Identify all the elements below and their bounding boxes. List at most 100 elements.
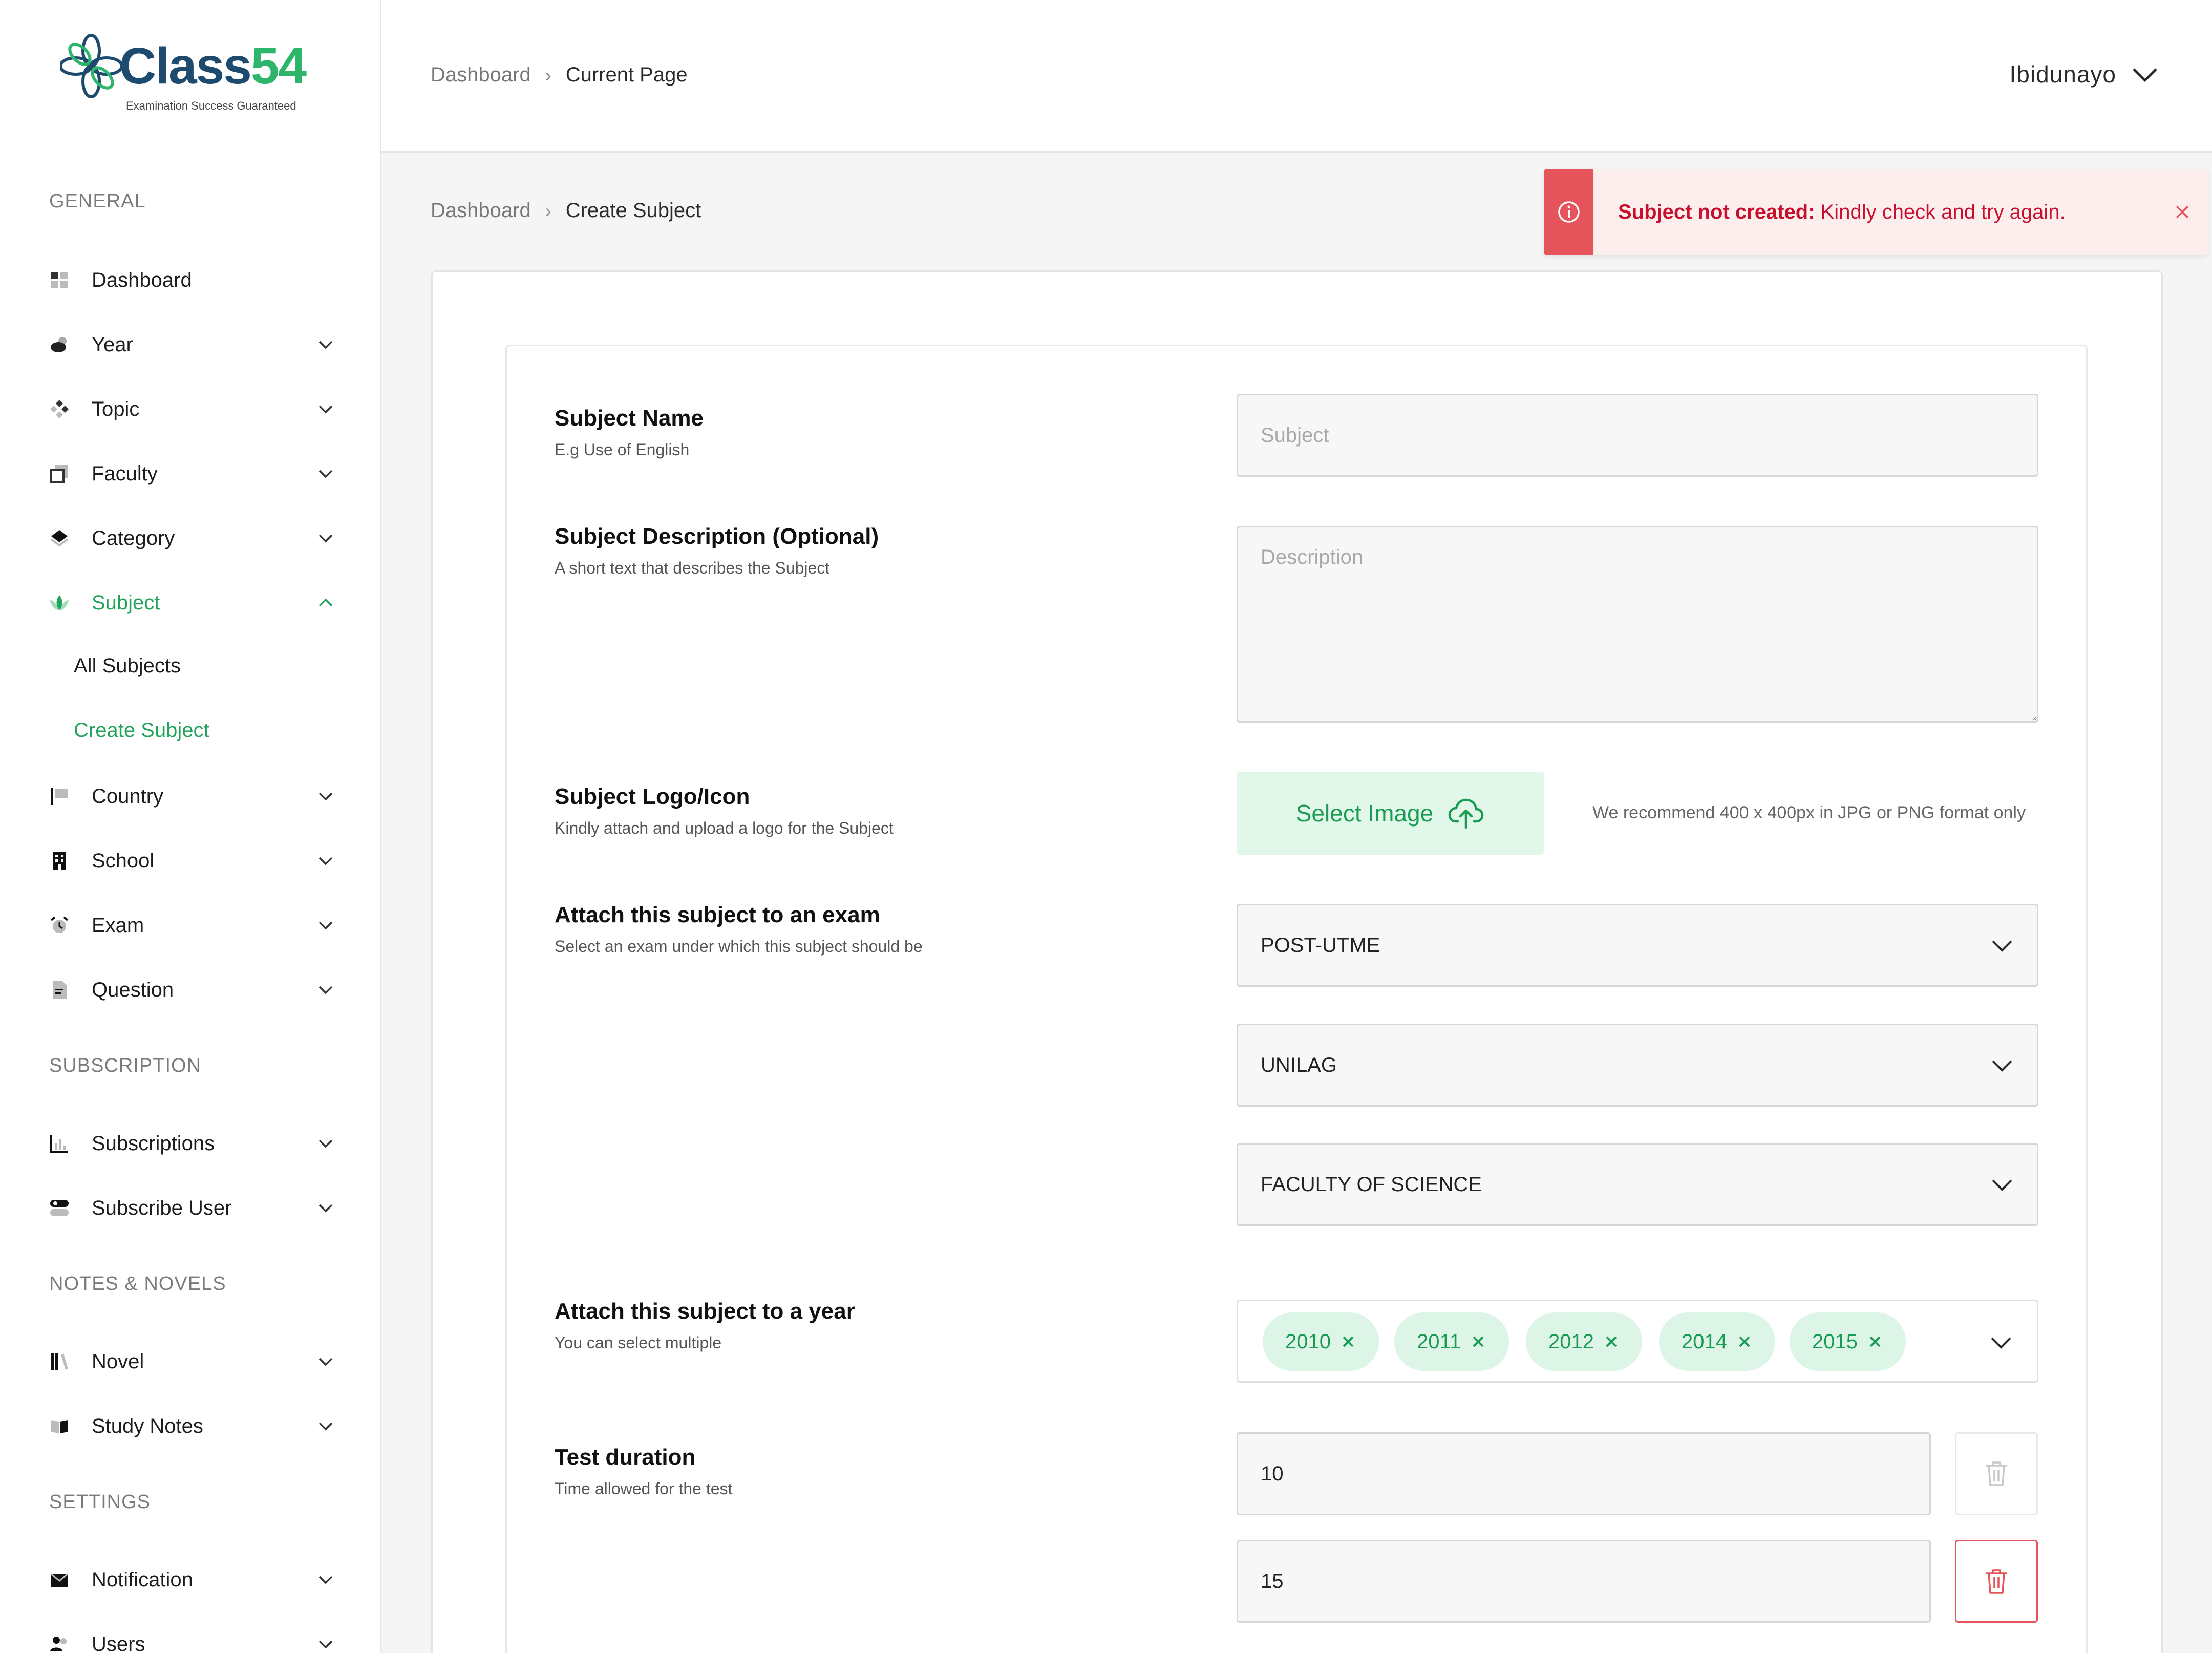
sidebar-item-novel[interactable]: Novel — [49, 1341, 336, 1382]
year-tag-label: 2015 — [1812, 1330, 1858, 1353]
chevron-down-icon — [318, 1576, 333, 1584]
attach-exam-title: Attach this subject to an exam — [555, 902, 880, 927]
breadcrumb-dashboard-link[interactable]: Dashboard — [431, 199, 531, 222]
cloud-upload-icon — [1448, 798, 1484, 829]
page-breadcrumb: Dashboard › Create Subject — [431, 199, 701, 222]
year-tag-label: 2011 — [1417, 1330, 1461, 1353]
sidebar-item-label: Study Notes — [92, 1414, 203, 1437]
year-tag[interactable]: 2014 — [1659, 1312, 1775, 1371]
year-tag[interactable]: 2012 — [1526, 1312, 1642, 1371]
test-duration-input[interactable] — [1237, 1540, 1931, 1623]
close-icon[interactable] — [1603, 1333, 1620, 1350]
sidebar-item-exam[interactable]: Exam — [49, 905, 336, 946]
flag-icon — [49, 786, 70, 807]
chevron-down-icon — [318, 341, 333, 349]
image-recommendation-text: We recommend 400 x 400px in JPG or PNG f… — [1592, 803, 2026, 822]
close-icon[interactable] — [1736, 1333, 1753, 1350]
chevron-down-icon — [1992, 940, 2012, 952]
sidebar-item-subscribe-user[interactable]: Subscribe User — [49, 1188, 336, 1228]
user-menu[interactable]: Ibidunayo — [2010, 60, 2159, 88]
sidebar-item-category[interactable]: Category — [49, 518, 336, 559]
chevron-down-icon — [318, 921, 333, 930]
select-image-label: Select Image — [1295, 800, 1434, 826]
chevron-down-icon — [1992, 1179, 2012, 1191]
sidebar-item-question[interactable]: Question — [49, 969, 336, 1010]
sidebar-item-label: Country — [92, 785, 164, 808]
chevron-down-icon — [318, 1204, 333, 1213]
subject-logo-title: Subject Logo/Icon — [555, 784, 750, 809]
brand-name: Class54 — [119, 37, 307, 95]
close-icon[interactable] — [1340, 1333, 1356, 1350]
sidebar-item-label: Question — [92, 978, 174, 1001]
close-icon[interactable] — [1470, 1333, 1486, 1350]
error-toast: Subject not created: Kindly check and tr… — [1544, 169, 2208, 255]
sidebar-item-label: School — [92, 849, 155, 872]
chevron-down-icon — [318, 986, 333, 994]
sidebar-item-topic[interactable]: Topic — [49, 389, 336, 430]
sidebar-item-notification[interactable]: Notification — [49, 1559, 336, 1600]
chevron-right-icon: › — [545, 64, 551, 86]
section-notes-novels: NOTES & NOVELS — [49, 1273, 226, 1295]
subject-name-title: Subject Name — [555, 406, 704, 431]
sidebar-subitem-all-subjects[interactable]: All Subjects — [74, 654, 181, 677]
sidebar-item-study-notes[interactable]: Study Notes — [49, 1406, 336, 1447]
delete-duration-button[interactable] — [1955, 1432, 2038, 1515]
section-general: GENERAL — [49, 190, 146, 212]
toast-title: Subject not created: — [1618, 200, 1815, 223]
select-image-button[interactable]: Select Image — [1237, 772, 1544, 855]
chevron-down-icon — [318, 857, 333, 865]
sidebar-item-label: Subject — [92, 591, 160, 614]
info-icon — [1558, 201, 1580, 223]
breadcrumb: Dashboard › Current Page — [431, 63, 688, 87]
sidebar-item-country[interactable]: Country — [49, 776, 336, 817]
chevron-down-icon — [318, 405, 333, 414]
sidebar-item-users[interactable]: Users — [49, 1624, 336, 1653]
attach-year-hint: You can select multiple — [555, 1333, 722, 1352]
sidebar: Class54 Examination Success Guaranteed G… — [0, 0, 381, 1653]
sidebar-item-school[interactable]: School — [49, 840, 336, 881]
chevron-down-icon — [318, 792, 333, 801]
brand-logo[interactable]: Class54 Examination Success Guaranteed — [60, 33, 307, 120]
breadcrumb-dashboard-link[interactable]: Dashboard — [431, 63, 531, 87]
flower-logo-icon — [60, 34, 122, 98]
chevron-down-icon[interactable] — [1989, 1332, 2013, 1352]
chevron-down-icon — [318, 1422, 333, 1431]
leaf-icon — [49, 592, 70, 613]
chevron-down-icon — [318, 1139, 333, 1148]
chevron-up-icon — [318, 598, 333, 607]
close-icon[interactable] — [1867, 1333, 1883, 1350]
sidebar-item-dashboard[interactable]: Dashboard — [49, 260, 336, 301]
chevron-down-icon — [318, 1640, 333, 1649]
sidebar-item-faculty[interactable]: Faculty — [49, 453, 336, 494]
school-select[interactable]: UNILAG — [1237, 1024, 2038, 1107]
toggle-icon — [49, 1198, 70, 1218]
subject-description-title: Subject Description (Optional) — [555, 524, 879, 549]
sidebar-item-subscriptions[interactable]: Subscriptions — [49, 1123, 336, 1164]
year-tag[interactable]: 2010 — [1263, 1312, 1379, 1371]
close-icon — [2176, 205, 2189, 219]
bar-chart-icon — [49, 1133, 70, 1154]
toast-text: Kindly check and try again. — [1815, 200, 2066, 223]
subject-description-textarea[interactable] — [1237, 526, 2038, 723]
school-select-value: UNILAG — [1261, 1053, 1337, 1076]
subject-name-input[interactable] — [1237, 394, 2038, 477]
copy-icon — [49, 463, 70, 484]
year-tag[interactable]: 2015 — [1790, 1312, 1906, 1371]
mail-icon — [49, 1570, 70, 1590]
sidebar-subitem-create-subject[interactable]: Create Subject — [74, 719, 209, 742]
year-tag-label: 2010 — [1285, 1330, 1331, 1353]
sidebar-item-label: Year — [92, 333, 133, 356]
exam-select[interactable]: POST-UTME — [1237, 904, 2038, 987]
test-duration-input[interactable] — [1237, 1432, 1931, 1515]
test-duration-title: Test duration — [555, 1445, 696, 1470]
faculty-select[interactable]: FACULTY OF SCIENCE — [1237, 1143, 2038, 1226]
chevron-right-icon: › — [545, 200, 551, 221]
year-multiselect[interactable]: 2010 2011 2012 2014 2015 — [1237, 1300, 2038, 1383]
year-tag[interactable]: 2011 — [1394, 1312, 1509, 1371]
toast-close-button[interactable] — [2157, 204, 2208, 220]
sidebar-item-subject[interactable]: Subject — [49, 582, 336, 623]
delete-duration-button[interactable] — [1955, 1540, 2038, 1623]
sidebar-item-label: Category — [92, 526, 175, 549]
chevron-down-icon — [318, 534, 333, 543]
sidebar-item-year[interactable]: Year — [49, 324, 336, 365]
